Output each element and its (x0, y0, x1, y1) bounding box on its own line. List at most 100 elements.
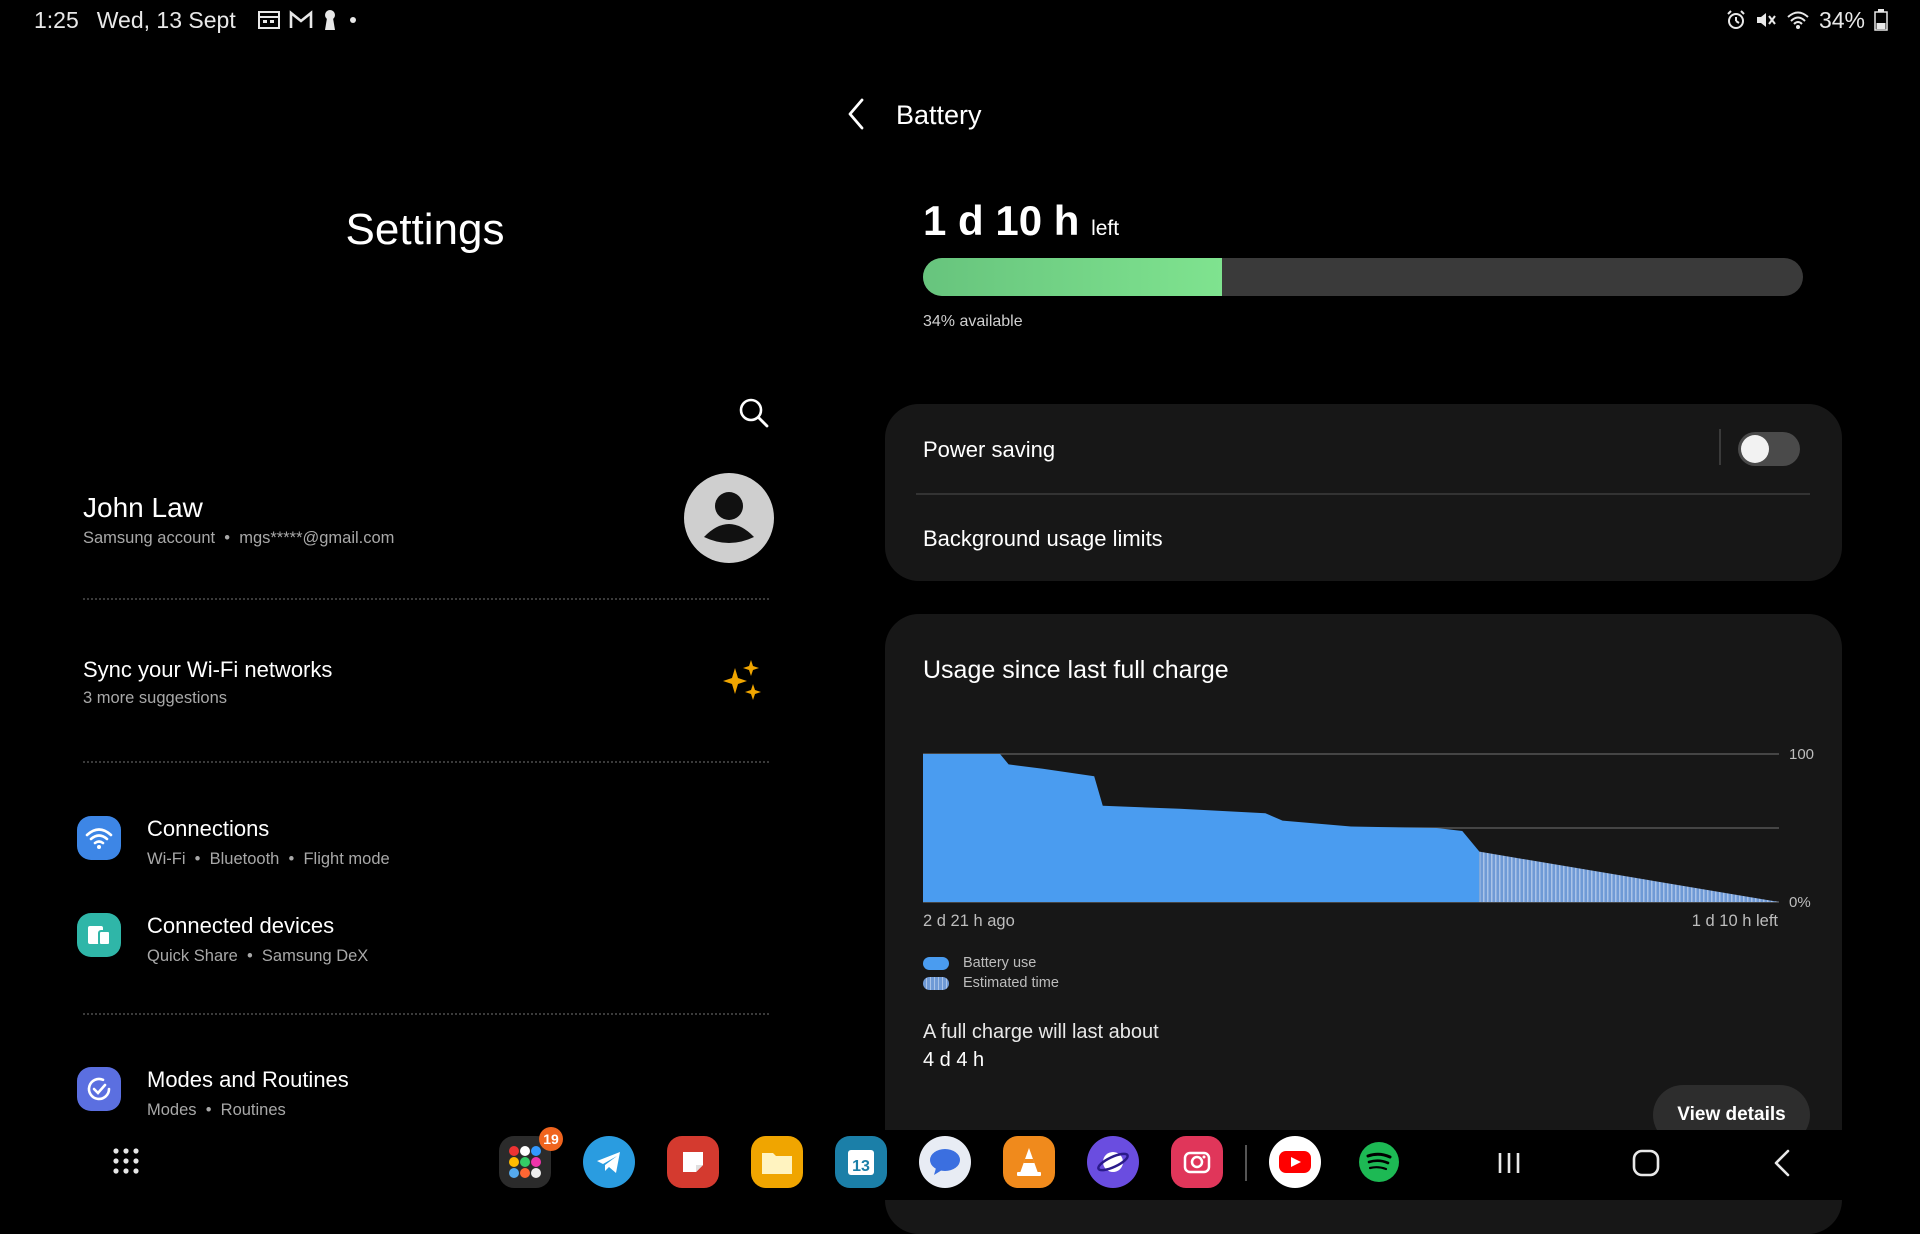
dock-messages[interactable] (919, 1136, 971, 1188)
telegram-icon (597, 1152, 620, 1173)
legend-swatch (923, 956, 949, 970)
alarm-icon (1727, 10, 1745, 29)
x-label-start: 2 d 21 h ago (923, 912, 1015, 930)
status-bar-left: 1:25 Wed, 13 Sept (34, 6, 359, 33)
battery-icon (1874, 9, 1888, 31)
category-subtitle: Modes • Routines (147, 1101, 286, 1119)
legend-swatch (923, 976, 949, 990)
chart-svg: 100 0% (923, 746, 1814, 911)
power-saving-label[interactable]: Power saving (923, 437, 1055, 463)
chart-area-battery-use (923, 754, 1480, 902)
status-bar-right: 34% (1726, 6, 1888, 33)
devices-icon (77, 913, 121, 957)
y-tick-label: 100 (1789, 746, 1814, 763)
suggestion-subtitle: 3 more suggestions (83, 689, 227, 707)
suggestion-title: Sync your Wi-Fi networks (83, 657, 333, 682)
dock-my-files[interactable] (751, 1136, 803, 1188)
dock-spotify[interactable] (1353, 1136, 1405, 1188)
divider (916, 493, 1810, 495)
back-icon (1774, 1149, 1790, 1177)
account-label: Samsung account (83, 529, 216, 547)
dock-telegram[interactable] (583, 1136, 635, 1188)
dock-app-folder[interactable]: 19 (499, 1127, 563, 1188)
category-title: Connected devices (147, 913, 335, 938)
battery-level-bar (923, 258, 1803, 296)
divider (83, 598, 769, 600)
folder-icon (762, 1153, 792, 1174)
planet-icon (1097, 1152, 1129, 1172)
calendar-icon (257, 11, 280, 29)
person-icon (704, 492, 754, 543)
battery-available: 34% available (923, 313, 1023, 330)
gmail-icon (289, 10, 313, 28)
search-icon (739, 398, 769, 428)
app-folder-icon (509, 1146, 541, 1178)
toggle-knob (1741, 435, 1769, 463)
divider (1245, 1145, 1247, 1181)
youtube-icon (1279, 1151, 1311, 1173)
svg-text:13: 13 (852, 1158, 870, 1175)
dock-samsung-internet[interactable] (1087, 1136, 1139, 1188)
home-icon (1632, 1149, 1660, 1177)
full-charge-label: A full charge will last about (923, 1021, 1159, 1043)
status-time: 1:25 (34, 6, 79, 33)
legend-estimated-time: Estimated time (923, 975, 1059, 991)
dot-icon (349, 17, 356, 23)
wifi-icon (1787, 11, 1809, 29)
chart-area-estimated-time (1479, 851, 1779, 902)
account-email: mgs*****@gmail.com (239, 529, 395, 547)
routine-check-icon (77, 1067, 121, 1111)
profile-name[interactable]: John Law (83, 492, 203, 524)
full-charge-value: 4 d 4 h (923, 1049, 985, 1071)
y-tick-label: 0% (1789, 894, 1811, 911)
search-button[interactable] (736, 395, 772, 431)
page-title: Settings (345, 205, 505, 254)
x-label-end: 1 d 10 h left (1691, 912, 1778, 930)
recent-apps-button[interactable] (1489, 1143, 1529, 1183)
calendar-app-icon: 13 (848, 1150, 874, 1175)
battery-title: Battery (896, 100, 982, 130)
divider (83, 761, 769, 763)
dock-calendar[interactable]: 13 (835, 1136, 887, 1188)
power-saving-toggle[interactable] (1738, 432, 1800, 466)
home-button[interactable] (1626, 1143, 1666, 1183)
profile-subtitle: Samsung account • mgs*****@gmail.com (83, 529, 395, 547)
nav-back-button[interactable] (1763, 1143, 1803, 1183)
divider (1719, 429, 1721, 465)
dock-camera[interactable] (1171, 1136, 1223, 1188)
dock-vlc[interactable] (1003, 1136, 1055, 1188)
category-subtitle: Wi-Fi • Bluetooth • Flight mode (147, 850, 390, 868)
suggestion-item[interactable]: Sync your Wi-Fi networks 3 more suggesti… (83, 657, 332, 708)
spotify-icon (1359, 1142, 1399, 1182)
chevron-left-icon (848, 98, 864, 130)
wifi-icon (77, 816, 121, 860)
note-icon (683, 1152, 703, 1172)
battery-usage-chart: 100 0% (923, 730, 1823, 930)
dock-notes[interactable] (667, 1136, 719, 1188)
usage-title: Usage since last full charge (923, 656, 1229, 684)
camera-icon (1183, 1151, 1211, 1174)
time-left-value: 1 d 10 h (923, 197, 1080, 244)
status-date: Wed, 13 Sept (96, 6, 236, 33)
divider (83, 1013, 769, 1015)
traffic-cone-icon (1017, 1148, 1041, 1176)
grid-icon (113, 1148, 139, 1174)
battery-level-fill (923, 258, 1223, 296)
app-drawer-button[interactable] (108, 1143, 144, 1179)
time-left: 1 d 10 h left (923, 197, 1119, 245)
category-title: Modes and Routines (147, 1067, 349, 1092)
mute-icon (1756, 13, 1776, 27)
recents-icon (1498, 1153, 1520, 1173)
chat-bubble-icon (930, 1149, 960, 1175)
legend-battery-use: Battery use (923, 955, 1036, 971)
battery-percent: 34% (1818, 6, 1865, 33)
background-usage-limits[interactable]: Background usage limits (923, 526, 1163, 552)
notification-badge: 19 (539, 1127, 563, 1151)
back-button[interactable] (840, 96, 874, 132)
dock-youtube[interactable] (1269, 1136, 1321, 1188)
sparkle-icon (723, 660, 763, 707)
keyhole-icon (324, 10, 335, 30)
avatar[interactable] (684, 473, 774, 563)
time-left-suffix: left (1091, 217, 1120, 240)
category-title: Connections (147, 816, 270, 841)
